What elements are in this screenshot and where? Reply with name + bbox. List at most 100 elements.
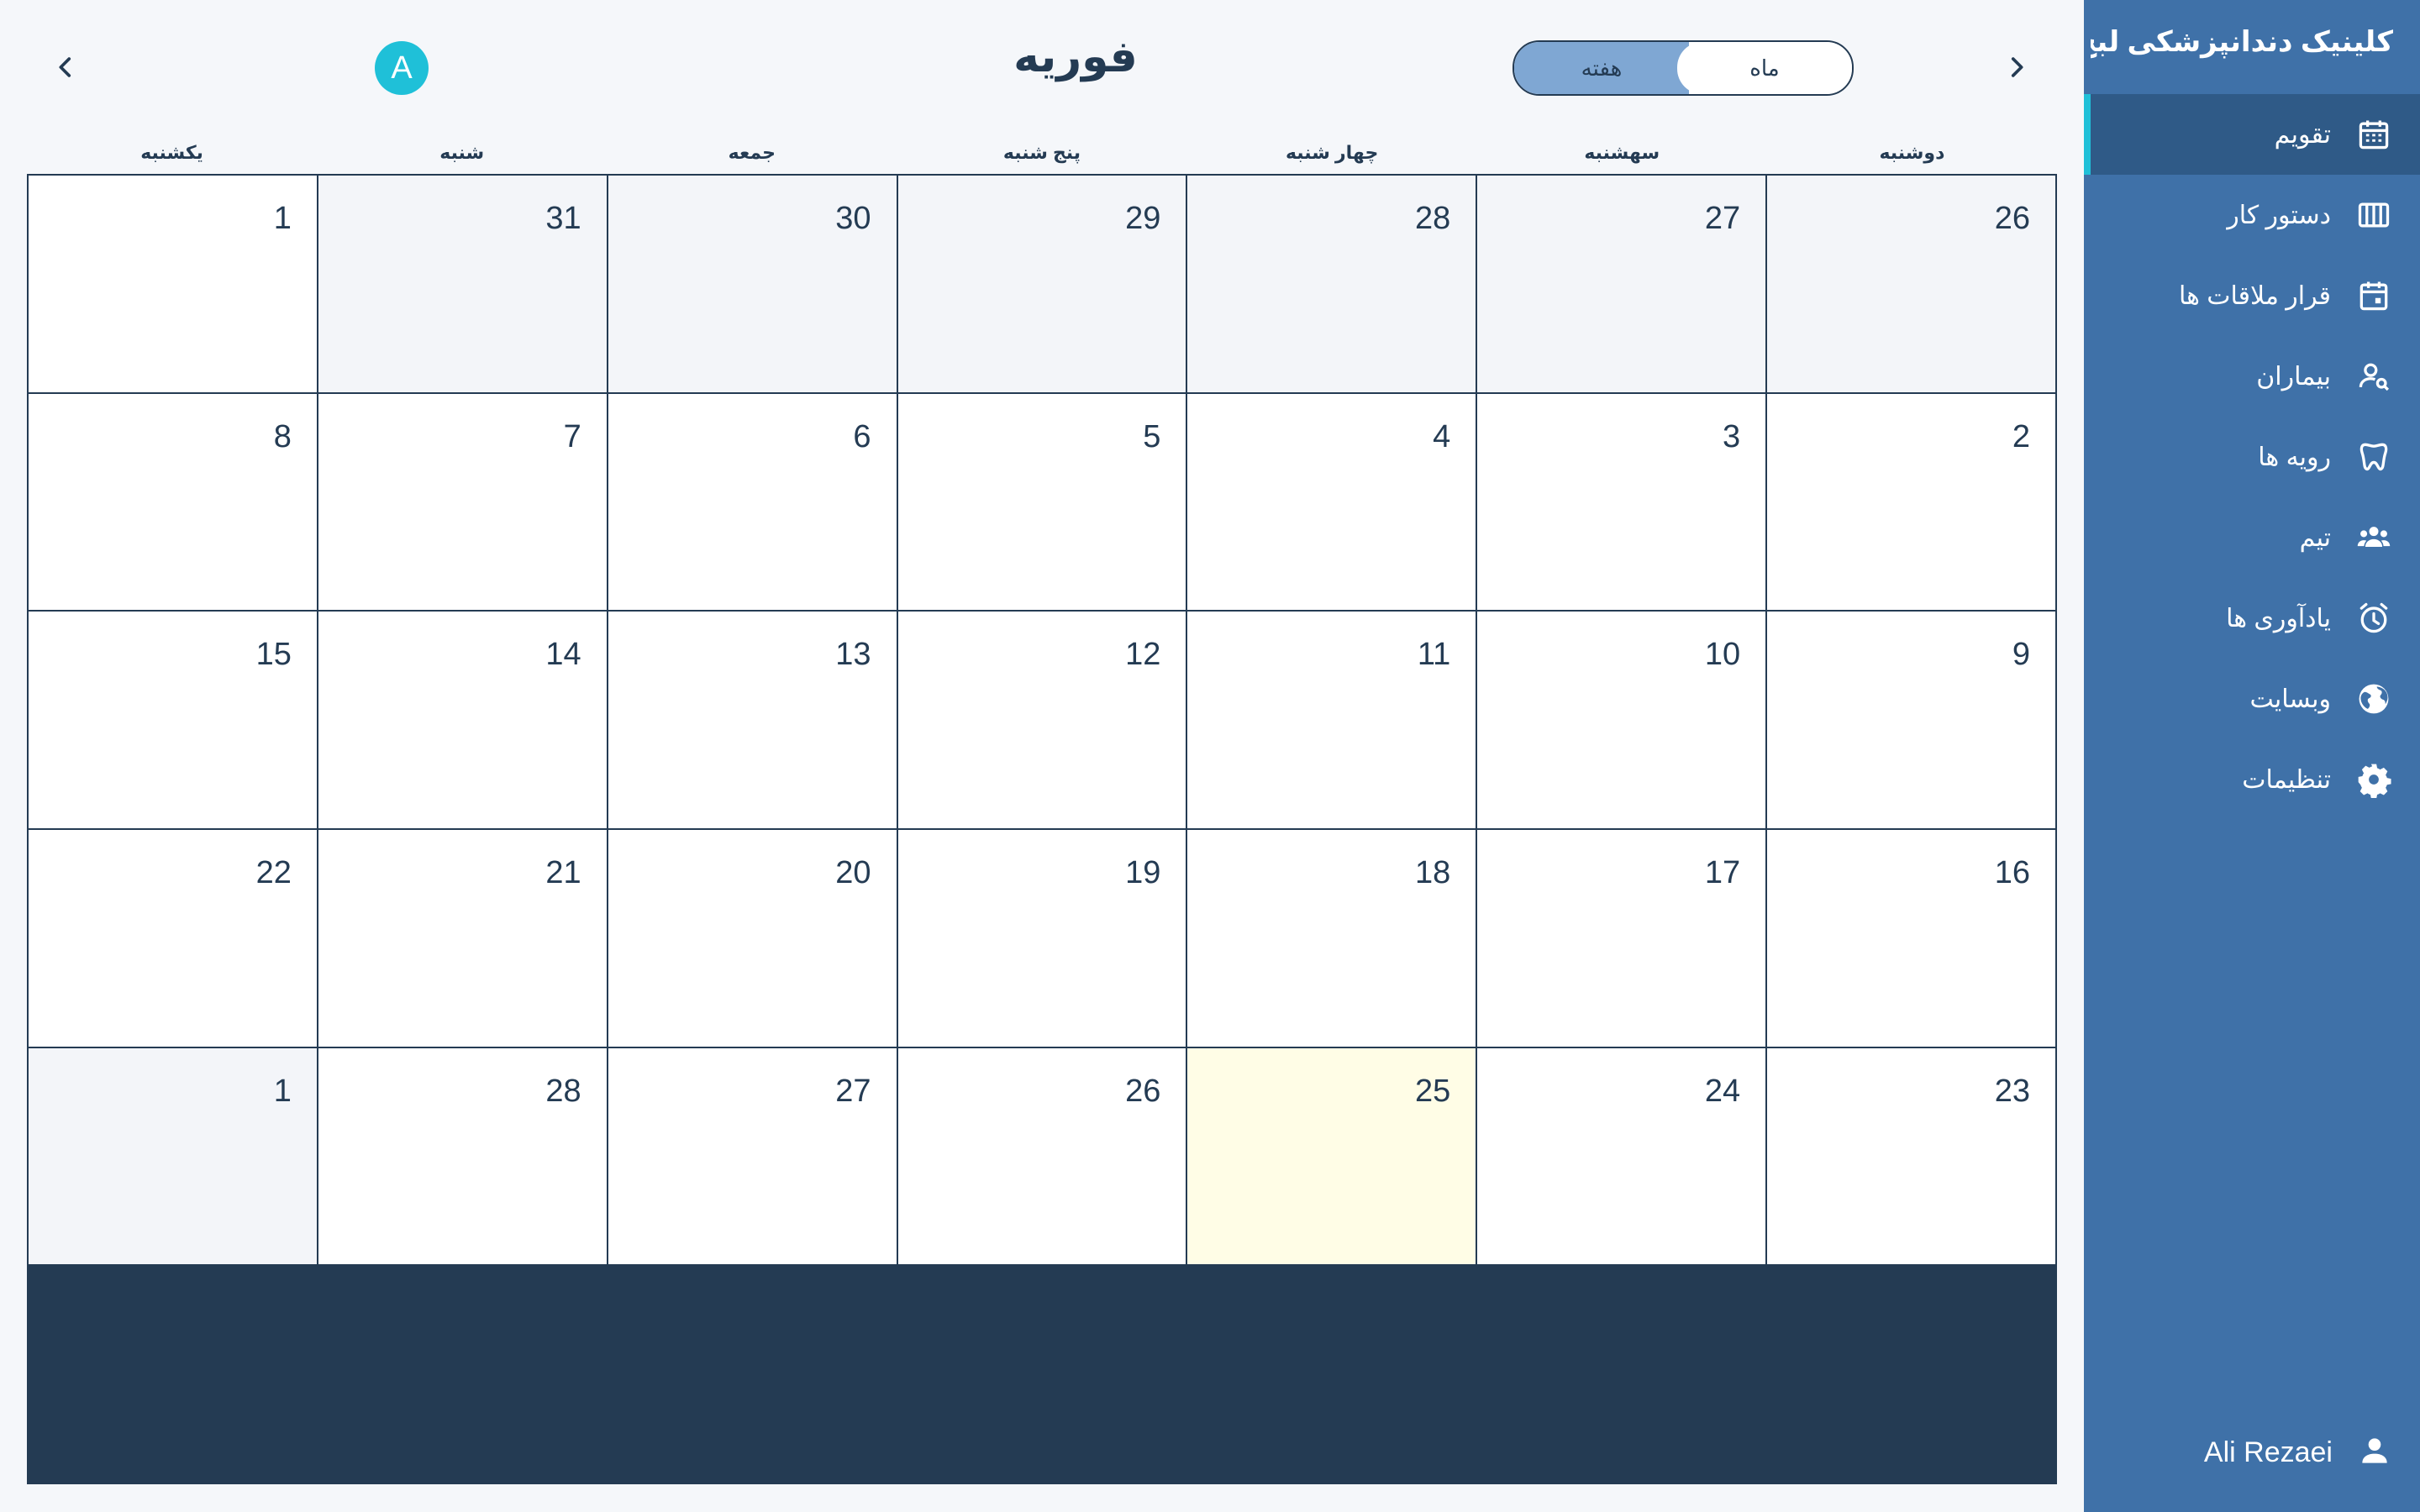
day-cell[interactable]: 11 [1187,612,1476,828]
day-number: 30 [835,201,871,236]
day-cell[interactable]: 6 [608,393,897,611]
user-search-icon [2354,357,2393,396]
weekday-header: یکشنبه شنبه جمعه پنج شنبه چهار شنبه سهشن… [27,133,2057,173]
avatar[interactable]: A [375,41,429,95]
globe-icon [2354,680,2393,718]
day-cell[interactable]: 4 [1187,393,1476,611]
day-cell[interactable]: 5 [897,393,1186,611]
day-number: 4 [1433,418,1451,454]
day-cell[interactable]: 31 [318,176,607,392]
sidebar: کلینیک دندانپزشکی لبخ... تقویم دستور کار… [2084,0,2420,1512]
weekday-label: شنبه [439,142,485,163]
sidebar-item-label: بیماران [2256,362,2331,391]
day-number: 11 [1417,637,1451,673]
day-cell[interactable]: 20 [608,829,897,1047]
chevron-left-icon [59,57,71,77]
day-number: 15 [255,637,292,673]
tooth-icon [2354,438,2393,476]
day-cell[interactable]: 28 [318,1047,607,1265]
sidebar-item-reminders[interactable]: یادآوری ها [2084,578,2420,659]
user-name: Ali Rezaei [2203,1436,2333,1468]
day-cell[interactable]: 24 [1477,1047,1766,1265]
day-cell[interactable]: 10 [1477,612,1766,828]
day-cell[interactable]: 13 [608,612,897,828]
month-grid: 1 31 30 29 28 27 26 8 7 6 5 4 3 2 15 14 … [27,174,2057,1484]
day-cell[interactable]: 14 [318,612,607,828]
day-number: 24 [1704,1073,1741,1109]
day-number: 1 [273,1073,292,1109]
day-cell[interactable]: 8 [29,393,317,611]
sidebar-item-patients[interactable]: بیماران [2084,336,2420,417]
day-number: 18 [1415,854,1451,890]
weekday-label: سهشنبه [1584,142,1660,163]
day-cell[interactable]: 27 [1477,176,1766,392]
day-cell[interactable]: 18 [1187,829,1476,1047]
day-cell[interactable]: 23 [1767,1047,2055,1265]
day-cell[interactable]: 22 [29,829,317,1047]
team-icon [2354,518,2393,557]
day-cell[interactable]: 17 [1477,829,1766,1047]
day-number: 5 [1143,418,1161,454]
sidebar-item-label: وبسایت [2249,685,2331,713]
alarm-icon [2354,599,2393,638]
day-cell[interactable]: 12 [897,612,1186,828]
day-cell-today[interactable]: 25 [1187,1047,1476,1265]
day-number: 29 [1125,201,1161,236]
day-cell[interactable]: 28 [1187,176,1476,392]
day-cell[interactable]: 1 [29,176,317,392]
sidebar-item-settings[interactable]: تنظیمات [2084,739,2420,820]
week-view-option[interactable]: هفته [1514,42,1689,94]
next-button[interactable] [1991,42,2042,92]
sidebar-item-team[interactable]: تیم [2084,497,2420,578]
day-number: 6 [853,418,871,454]
day-cell[interactable]: 26 [897,1047,1186,1265]
day-number: 25 [1415,1073,1451,1109]
sidebar-item-appointments[interactable]: قرار ملاقات ها [2084,255,2420,336]
day-cell[interactable]: 1 [29,1047,317,1265]
day-cell[interactable]: 19 [897,829,1186,1047]
day-cell[interactable]: 7 [318,393,607,611]
sidebar-item-calendar[interactable]: تقویم [2084,94,2420,175]
day-cell[interactable]: 15 [29,612,317,828]
day-cell[interactable]: 30 [608,176,897,392]
day-cell[interactable]: 27 [608,1047,897,1265]
sidebar-item-label: رویه ها [2258,443,2331,471]
sidebar-item-label: دستور کار [2227,201,2331,229]
sidebar-item-label: تنظیمات [2242,765,2331,794]
weekday-label: جمعه [728,142,776,163]
day-number: 31 [545,201,581,236]
clinic-name[interactable]: کلینیک دندانپزشکی لبخ... [2091,25,2393,59]
day-cell[interactable]: 2 [1767,393,2055,611]
sidebar-item-label: قرار ملاقات ها [2178,281,2331,310]
day-cell[interactable]: 9 [1767,612,2055,828]
prev-button[interactable] [40,42,91,92]
day-number: 12 [1125,637,1161,673]
sidebar-item-procedures[interactable]: رویه ها [2084,417,2420,497]
day-number: 17 [1704,854,1741,890]
day-cell[interactable]: 21 [318,829,607,1047]
day-number: 28 [545,1073,581,1109]
day-cell[interactable]: 3 [1477,393,1766,611]
day-number: 1 [273,201,292,236]
weekday-label: چهار شنبه [1285,142,1379,163]
gear-icon [2354,760,2393,799]
view-toggle[interactable]: هفته ماه [1512,40,1854,96]
calendar-main: A فوریه هفته ماه یکشنبه شنبه جمعه پنج شن… [0,0,2084,1512]
day-number: 19 [1125,854,1161,890]
sidebar-menu: تقویم دستور کار قرار ملاقات ها بیماران ر… [2084,94,2420,820]
day-cell[interactable]: 16 [1767,829,2055,1047]
columns-icon [2354,196,2393,234]
sidebar-item-label: یادآوری ها [2226,604,2331,633]
sidebar-item-agenda[interactable]: دستور کار [2084,175,2420,255]
sidebar-item-website[interactable]: وبسایت [2084,659,2420,739]
day-number: 9 [2012,637,2030,673]
user-profile[interactable]: Ali Rezaei [2204,1432,2393,1473]
day-cell[interactable]: 26 [1767,176,2055,392]
calendar-icon [2354,115,2393,154]
day-cell[interactable]: 29 [897,176,1186,392]
calendar-event-icon [2354,276,2393,315]
day-number: 27 [1704,201,1741,236]
month-view-option[interactable]: ماه [1677,42,1852,94]
sidebar-item-label: تیم [2299,523,2331,552]
chevron-right-icon [2011,57,2023,77]
